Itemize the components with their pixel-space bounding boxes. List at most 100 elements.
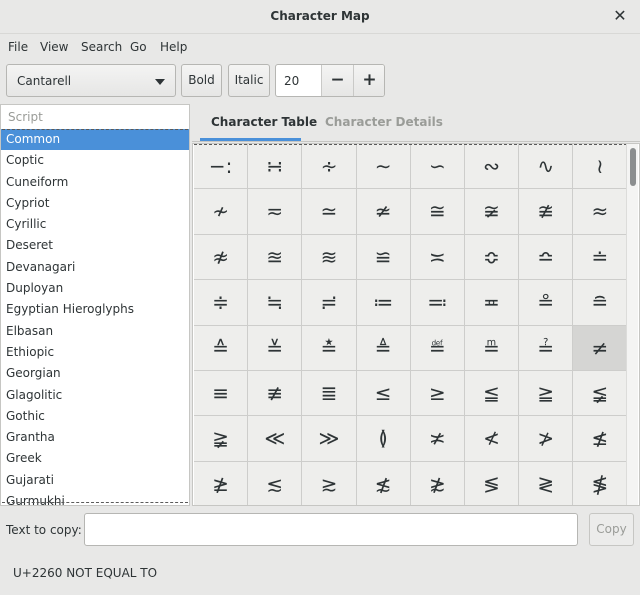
character-cell[interactable]: ≔ bbox=[356, 280, 411, 326]
character-cell[interactable]: ≋ bbox=[302, 234, 357, 281]
menu-file[interactable]: File bbox=[8, 40, 28, 54]
character-cell[interactable]: ≕ bbox=[410, 280, 465, 326]
character-cell[interactable]: ≦ bbox=[464, 370, 520, 417]
character-cell[interactable]: ∿ bbox=[519, 144, 574, 190]
character-cell[interactable]: ≣ bbox=[302, 370, 357, 417]
script-list-item[interactable]: Glagolitic bbox=[1, 385, 189, 406]
tab-character-table[interactable]: Character Table bbox=[211, 115, 317, 129]
italic-button[interactable]: Italic bbox=[228, 64, 270, 97]
character-cell[interactable]: ∺ bbox=[248, 144, 303, 190]
character-cell[interactable]: ≝ bbox=[410, 325, 465, 371]
script-list-item[interactable]: Cypriot bbox=[1, 193, 189, 214]
character-cell[interactable]: ≐ bbox=[573, 234, 628, 281]
character-cell[interactable]: ≳ bbox=[302, 461, 357, 505]
character-cell[interactable]: ≌ bbox=[356, 234, 411, 281]
script-list-item[interactable]: Gurmukhi bbox=[1, 491, 189, 505]
character-cell[interactable]: ≓ bbox=[302, 280, 357, 326]
character-cell[interactable]: ≇ bbox=[519, 189, 574, 235]
character-cell[interactable]: ≸ bbox=[573, 461, 628, 505]
character-cell[interactable]: ≨ bbox=[573, 370, 628, 417]
character-cell[interactable]: ≧ bbox=[519, 370, 574, 417]
character-cell[interactable]: ∻ bbox=[302, 144, 357, 190]
character-cell[interactable]: ≗ bbox=[519, 280, 574, 326]
bold-button[interactable]: Bold bbox=[181, 64, 222, 97]
script-list-item[interactable]: Devanagari bbox=[1, 257, 189, 278]
script-list-item[interactable]: Gujarati bbox=[1, 470, 189, 491]
character-cell[interactable]: ≘ bbox=[573, 280, 628, 326]
character-cell[interactable]: ≈ bbox=[573, 189, 628, 235]
character-cell[interactable]: ≵ bbox=[410, 461, 465, 505]
character-cell[interactable]: ≑ bbox=[194, 280, 249, 326]
character-cell[interactable]: ∽ bbox=[410, 144, 465, 190]
script-list-item[interactable]: Elbasan bbox=[1, 321, 189, 342]
character-cell[interactable]: ≁ bbox=[194, 189, 249, 235]
scrollbar-thumb[interactable] bbox=[630, 148, 636, 186]
character-cell[interactable]: −: bbox=[194, 144, 249, 190]
script-list-item[interactable]: Coptic bbox=[1, 150, 189, 171]
text-to-copy-input[interactable] bbox=[84, 513, 578, 546]
script-list-item[interactable]: Cyrillic bbox=[1, 214, 189, 235]
character-cell[interactable]: ≃ bbox=[302, 189, 357, 235]
character-cell[interactable]: ≥ bbox=[410, 370, 465, 417]
close-icon[interactable]: ✕ bbox=[612, 7, 628, 25]
character-cell[interactable]: ≯ bbox=[519, 416, 574, 462]
font-size-value[interactable]: 20 bbox=[284, 74, 299, 88]
character-cell[interactable]: ≟ bbox=[519, 325, 574, 371]
character-cell[interactable]: ≱ bbox=[194, 461, 249, 505]
character-cell[interactable]: ≎ bbox=[464, 234, 520, 281]
script-list-item[interactable]: Greek bbox=[1, 448, 189, 469]
script-list-item[interactable]: Cuneiform bbox=[1, 172, 189, 193]
character-cell[interactable]: ≆ bbox=[464, 189, 520, 235]
character-cell[interactable]: ≶ bbox=[464, 461, 520, 505]
menu-help[interactable]: Help bbox=[160, 40, 187, 54]
character-cell[interactable]: ≀ bbox=[573, 144, 628, 190]
character-cell[interactable]: ≮ bbox=[464, 416, 520, 462]
character-cell[interactable]: ≛ bbox=[302, 325, 357, 371]
character-cell[interactable]: ≰ bbox=[573, 416, 628, 462]
character-cell[interactable]: ≡ bbox=[194, 370, 249, 417]
script-list-item[interactable]: Duployan bbox=[1, 278, 189, 299]
character-cell[interactable]: ≲ bbox=[248, 461, 303, 505]
script-list-item[interactable]: Grantha bbox=[1, 427, 189, 448]
character-cell[interactable]: ≠ bbox=[573, 325, 628, 371]
copy-button[interactable]: Copy bbox=[589, 513, 634, 546]
character-cell[interactable]: ≫ bbox=[302, 416, 357, 462]
script-list-item[interactable]: Egyptian Hieroglyphs bbox=[1, 299, 189, 320]
script-list-item[interactable]: Georgian bbox=[1, 363, 189, 384]
character-cell[interactable]: ≄ bbox=[356, 189, 411, 235]
menu-search[interactable]: Search bbox=[81, 40, 122, 54]
character-cell[interactable]: ≉ bbox=[194, 234, 249, 281]
character-cell[interactable]: ≏ bbox=[519, 234, 574, 281]
character-cell[interactable]: ≤ bbox=[356, 370, 411, 417]
script-list-item[interactable]: Ethiopic bbox=[1, 342, 189, 363]
character-cell[interactable]: ≒ bbox=[248, 280, 303, 326]
grid-scrollbar[interactable] bbox=[626, 144, 638, 505]
character-cell[interactable]: ≪ bbox=[248, 416, 303, 462]
character-cell[interactable]: ≞ bbox=[464, 325, 520, 371]
character-cell[interactable]: ∾ bbox=[464, 144, 520, 190]
character-cell[interactable]: ≚ bbox=[248, 325, 303, 371]
character-cell[interactable]: ∼ bbox=[356, 144, 411, 190]
script-list-item[interactable]: Common bbox=[1, 129, 189, 151]
tab-character-details[interactable]: Character Details bbox=[325, 115, 443, 129]
character-cell[interactable]: ≅ bbox=[410, 189, 465, 235]
character-cell[interactable]: ≬ bbox=[356, 416, 411, 462]
character-cell[interactable]: ≖ bbox=[464, 280, 520, 326]
character-cell[interactable]: ≊ bbox=[248, 234, 303, 281]
script-list-item[interactable]: Deseret bbox=[1, 235, 189, 256]
character-cell[interactable]: ≢ bbox=[248, 370, 303, 417]
script-list-item[interactable]: Gothic bbox=[1, 406, 189, 427]
font-selector[interactable]: Cantarell bbox=[6, 64, 176, 97]
character-cell[interactable]: ≷ bbox=[519, 461, 574, 505]
character-cell[interactable]: ≍ bbox=[410, 234, 465, 281]
menu-view[interactable]: View bbox=[40, 40, 68, 54]
increase-size-button[interactable]: + bbox=[353, 65, 384, 96]
character-cell[interactable]: ≭ bbox=[410, 416, 465, 462]
character-cell[interactable]: ≜ bbox=[356, 325, 411, 371]
character-cell[interactable]: ≴ bbox=[356, 461, 411, 505]
decrease-size-button[interactable]: − bbox=[321, 65, 353, 96]
character-cell[interactable]: ≂ bbox=[248, 189, 303, 235]
character-cell[interactable]: ≙ bbox=[194, 325, 249, 371]
menu-go[interactable]: Go bbox=[130, 40, 147, 54]
character-cell[interactable]: ≩ bbox=[194, 416, 249, 462]
